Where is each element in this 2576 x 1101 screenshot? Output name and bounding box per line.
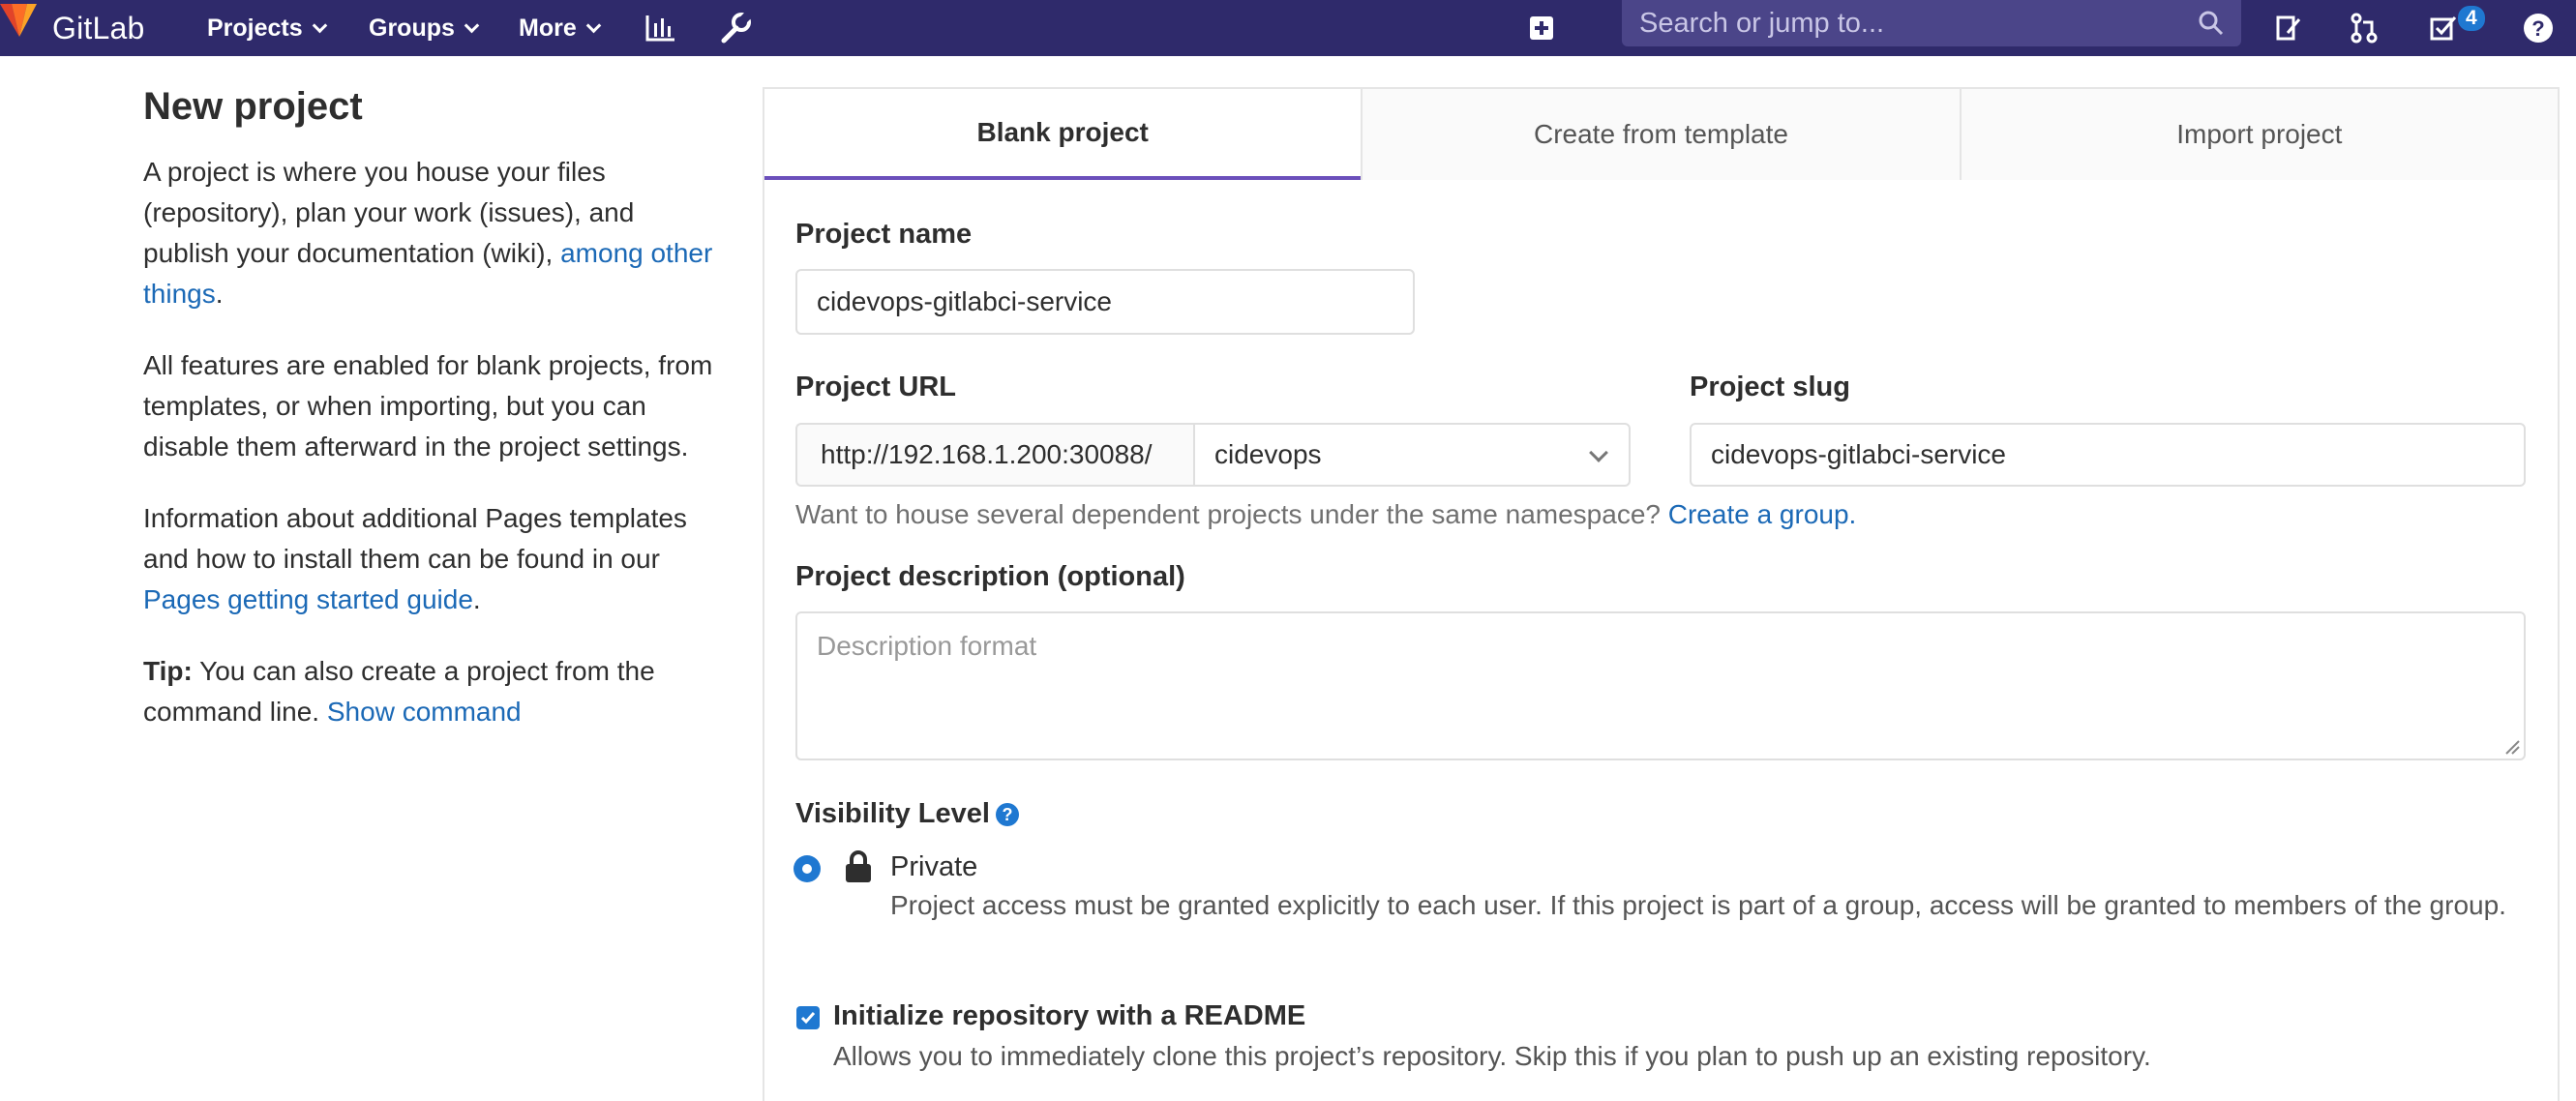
- description-textarea[interactable]: Description format: [795, 611, 2526, 760]
- project-slug-input[interactable]: cidevops-gitlabci-service: [1690, 423, 2526, 487]
- private-option-description: Project access must be granted explicitl…: [890, 890, 2506, 920]
- new-item-dropdown[interactable]: [1529, 0, 1568, 56]
- tip-label: Tip:: [143, 656, 193, 686]
- private-radio[interactable]: [794, 855, 821, 882]
- projects-menu[interactable]: Projects: [207, 0, 327, 56]
- chevron-down-icon: [464, 17, 480, 33]
- more-menu[interactable]: More: [519, 0, 602, 56]
- private-option-label: Private: [890, 851, 978, 882]
- project-name-label: Project name: [795, 219, 973, 250]
- namespace-help-text: Want to house several dependent projects…: [795, 499, 1856, 530]
- features-paragraph: All features are enabled for blank proje…: [143, 350, 713, 461]
- search-placeholder: Search or jump to...: [1639, 7, 1885, 39]
- intro-end: .: [215, 279, 224, 309]
- chevron-down-icon: [312, 17, 327, 33]
- groups-menu-label: Groups: [369, 14, 455, 42]
- issues-icon[interactable]: [2274, 0, 2303, 56]
- show-command-link[interactable]: Show command: [327, 697, 522, 727]
- namespace-help: Want to house several dependent projects…: [795, 499, 1668, 529]
- page-title: New project: [143, 85, 363, 128]
- help-icon[interactable]: ?: [2522, 0, 2555, 56]
- readme-checkbox[interactable]: [796, 1006, 820, 1029]
- activity-chart-icon[interactable]: [644, 0, 677, 56]
- pages-text: Information about additional Pages templ…: [143, 503, 687, 574]
- search-icon: [2199, 11, 2224, 36]
- pages-end: .: [472, 584, 481, 614]
- create-group-link[interactable]: Create a group.: [1668, 499, 1857, 529]
- svg-text:?: ?: [2531, 16, 2544, 41]
- more-menu-label: More: [519, 14, 577, 42]
- admin-wrench-icon[interactable]: [718, 0, 751, 56]
- tip-paragraph: Tip: You can also create a project from …: [143, 651, 714, 732]
- project-url-label: Project URL: [795, 372, 956, 402]
- top-navbar: GitLab Projects Groups More Search or ju…: [0, 0, 2576, 56]
- pages-paragraph: Information about additional Pages templ…: [143, 498, 714, 620]
- description-placeholder: Description format: [817, 631, 1037, 661]
- projects-menu-label: Projects: [207, 14, 303, 42]
- namespace-select[interactable]: cidevops: [1193, 423, 1631, 487]
- project-type-tabs: Blank project Create from template Impor…: [763, 87, 2560, 180]
- gitlab-logo-icon[interactable]: [0, 0, 39, 39]
- chevron-down-icon: [585, 17, 602, 33]
- project-info-column: New project A project is where you house…: [143, 85, 714, 763]
- plus-square-icon: [1530, 16, 1553, 40]
- tab-blank-project[interactable]: Blank project: [764, 89, 1362, 180]
- pages-guide-link[interactable]: Pages getting started guide: [143, 584, 473, 614]
- brand-name[interactable]: GitLab: [52, 0, 144, 56]
- search-input[interactable]: Search or jump to...: [1622, 0, 2241, 46]
- readme-checkbox-description: Allows you to immediately clone this pro…: [833, 1041, 2151, 1071]
- project-slug-label: Project slug: [1690, 372, 1850, 402]
- tab-import-project[interactable]: Import project: [1959, 89, 2558, 180]
- visibility-level-label: Visibility Level?: [795, 798, 1019, 830]
- merge-requests-icon[interactable]: [2350, 0, 2379, 56]
- namespace-value: cidevops: [1214, 439, 1322, 469]
- question-circle-icon[interactable]: ?: [995, 803, 1019, 827]
- description-label: Project description (optional): [795, 561, 1185, 592]
- readme-checkbox-label: Initialize repository with a README: [833, 1000, 1306, 1031]
- todos-count-badge: 4: [2458, 6, 2485, 31]
- intro-paragraph: A project is where you house your files …: [143, 152, 714, 314]
- todos-icon[interactable]: [2429, 0, 2458, 56]
- visibility-label-text: Visibility Level: [795, 798, 990, 829]
- groups-menu[interactable]: Groups: [369, 0, 480, 56]
- lock-icon: [846, 850, 871, 882]
- resize-handle-icon[interactable]: [2504, 739, 2520, 755]
- project-name-input[interactable]: cidevops-gitlabci-service: [795, 269, 1415, 335]
- chevron-down-icon: [1589, 443, 1608, 462]
- project-url-prefix: http://192.168.1.200:30088/: [795, 423, 1193, 487]
- checkmark-icon: [800, 1012, 816, 1025]
- tab-create-from-template[interactable]: Create from template: [1361, 89, 1960, 180]
